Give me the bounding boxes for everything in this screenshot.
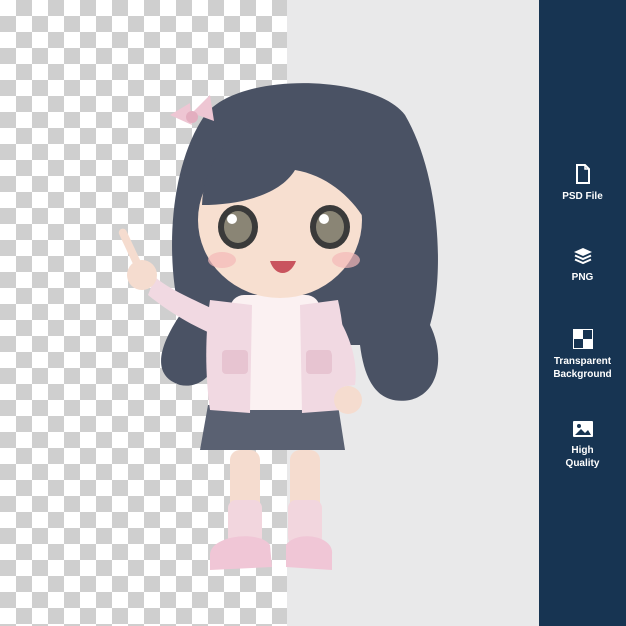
- feature-label: PNG: [571, 272, 594, 283]
- features-sidebar: PSD File PNG Transparent Background High…: [539, 0, 626, 626]
- feature-png: PNG: [539, 247, 626, 284]
- product-preview: PSD File PNG Transparent Background High…: [0, 0, 626, 626]
- feature-label: High Quality: [565, 445, 600, 469]
- feature-high-quality: High Quality: [539, 420, 626, 470]
- file-icon: [575, 164, 590, 184]
- feature-label: PSD File: [562, 191, 603, 202]
- chibi-girl-figure: [118, 83, 439, 570]
- feature-transparent-background: Transparent Background: [539, 329, 626, 381]
- checker-icon: [572, 329, 593, 349]
- layers-icon: [573, 248, 592, 265]
- feature-label: Transparent Background: [553, 356, 612, 380]
- feature-psd-file: PSD File: [539, 164, 626, 203]
- image-icon: [572, 421, 593, 437]
